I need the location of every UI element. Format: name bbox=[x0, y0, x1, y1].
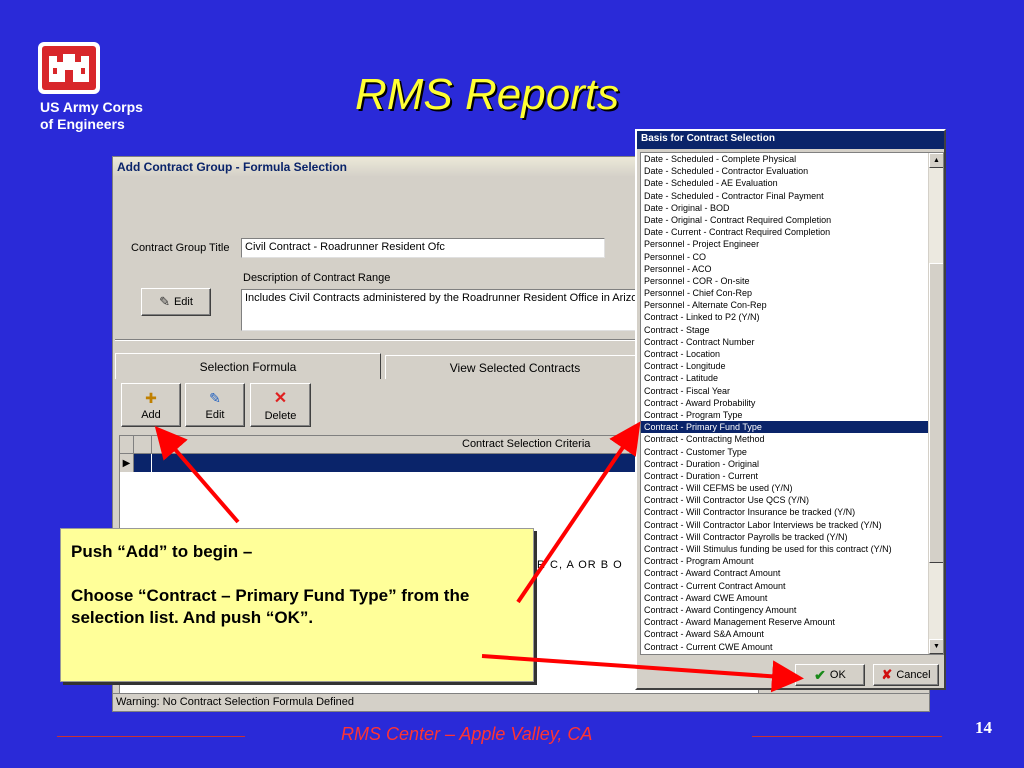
list-item[interactable]: Contract - Contracting Method bbox=[641, 433, 929, 445]
footer-line-right bbox=[752, 736, 942, 737]
status-bar: Warning: No Contract Selection Formula D… bbox=[113, 693, 929, 711]
org-name: US Army Corps of Engineers bbox=[40, 99, 143, 133]
list-item[interactable]: Contract - Will Contractor Use QCS (Y/N) bbox=[641, 494, 929, 506]
description-input[interactable]: Includes Civil Contracts administered by… bbox=[241, 289, 641, 331]
checkmark-icon: ✔ bbox=[814, 666, 826, 683]
list-item[interactable]: Personnel - COR - On-site bbox=[641, 275, 929, 287]
org-line-2: of Engineers bbox=[40, 116, 125, 132]
scroll-up-icon[interactable]: ▲ bbox=[929, 153, 943, 168]
list-item[interactable]: Personnel - CO bbox=[641, 251, 929, 263]
list-item[interactable]: Contract - Will Stimulus funding be used… bbox=[641, 543, 929, 555]
list-item[interactable]: Date - Original - Contract Required Comp… bbox=[641, 214, 929, 226]
row-pointer-icon: ▶ bbox=[120, 454, 134, 472]
tab-selection-formula[interactable]: Selection Formula bbox=[115, 353, 381, 379]
tab-view-selected-contracts[interactable]: View Selected Contracts bbox=[385, 355, 645, 379]
list-item[interactable]: Date - Current - Contract Required Compl… bbox=[641, 226, 929, 238]
description-label: Description of Contract Range bbox=[243, 272, 391, 284]
instruction-callout: Push “Add” to begin – Choose “Contract –… bbox=[60, 528, 534, 682]
usace-logo bbox=[38, 42, 100, 94]
cross-icon: ✘ bbox=[881, 667, 893, 682]
list-item[interactable]: Contract - Duration - Current bbox=[641, 470, 929, 482]
org-line-1: US Army Corps bbox=[40, 99, 143, 115]
list-dialog-title: Basis for Contract Selection bbox=[637, 131, 944, 149]
edit-icon: ✎ bbox=[209, 389, 221, 406]
list-item[interactable]: Contract - Linked to P2 (Y/N) bbox=[641, 311, 929, 323]
list-item[interactable]: Contract - Current CWE Amount bbox=[641, 641, 929, 653]
footer-line-left bbox=[57, 736, 245, 737]
edit-button[interactable]: ✎ Edit bbox=[185, 383, 245, 427]
callout-line-1: Push “Add” to begin – bbox=[71, 542, 253, 561]
delete-button[interactable]: ✕ Delete bbox=[250, 383, 311, 427]
list-item[interactable]: Contract - Will Contractor Insurance be … bbox=[641, 506, 929, 518]
footer-text: RMS Center – Apple Valley, CA bbox=[341, 724, 593, 744]
list-item[interactable]: Contract - Program Amount bbox=[641, 555, 929, 567]
list-item[interactable]: Contract - Longitude bbox=[641, 360, 929, 372]
basis-list: Date - Scheduled - Complete Physical Date… bbox=[641, 153, 929, 653]
list-item[interactable]: Personnel - Alternate Con-Rep bbox=[641, 299, 929, 311]
list-item[interactable]: Contract - Fiscal Year bbox=[641, 385, 929, 397]
list-item[interactable]: Contract - Award Probability bbox=[641, 397, 929, 409]
pencil-icon: ✎ bbox=[159, 294, 170, 309]
list-item[interactable]: Contract - Will CEFMS be used (Y/N) bbox=[641, 482, 929, 494]
list-item[interactable]: Date - Scheduled - AE Evaluation bbox=[641, 177, 929, 189]
list-item[interactable]: Contract - Will Contractor Labor Intervi… bbox=[641, 519, 929, 531]
add-label: Add bbox=[141, 408, 161, 421]
list-item[interactable]: Contract - Program Type bbox=[641, 409, 929, 421]
group-title-label: Contract Group Title bbox=[131, 242, 230, 254]
edit-description-button[interactable]: ✎ Edit bbox=[141, 288, 211, 316]
list-item[interactable]: Contract - Current Contract Amount bbox=[641, 580, 929, 592]
callout-line-2: Choose “Contract – Primary Fund Type” fr… bbox=[71, 586, 470, 627]
scroll-thumb[interactable] bbox=[929, 263, 943, 563]
list-item[interactable]: Contract - Location bbox=[641, 348, 929, 360]
list-item[interactable]: Contract - Award Management Reserve Amou… bbox=[641, 616, 929, 628]
list-item[interactable]: Contract - Award Contingency Amount bbox=[641, 604, 929, 616]
list-item[interactable]: Contract - Duration - Original bbox=[641, 458, 929, 470]
ok-button[interactable]: ✔ OK bbox=[795, 664, 865, 686]
cancel-button[interactable]: ✘ Cancel bbox=[873, 664, 939, 686]
list-item[interactable]: Contract - Will Contractor Payrolls be t… bbox=[641, 531, 929, 543]
basis-selection-dialog: Basis for Contract Selection Date - Sche… bbox=[635, 129, 946, 690]
list-item[interactable]: Contract - Primary Fund Type bbox=[641, 421, 929, 434]
list-item[interactable]: Contract - Latitude bbox=[641, 372, 929, 384]
cancel-label: Cancel bbox=[896, 669, 931, 681]
list-item[interactable]: Contract - Stage bbox=[641, 324, 929, 336]
list-item[interactable]: Date - Original - BOD bbox=[641, 202, 929, 214]
list-item[interactable]: Personnel - Chief Con-Rep bbox=[641, 287, 929, 299]
edit-label: Edit bbox=[205, 408, 225, 421]
add-button[interactable]: ✚ Add bbox=[121, 383, 181, 427]
list-item[interactable]: Personnel - ACO bbox=[641, 263, 929, 275]
ok-label: OK bbox=[829, 669, 846, 681]
edit-description-label: Edit bbox=[173, 296, 193, 308]
scroll-down-icon[interactable]: ▼ bbox=[929, 639, 943, 654]
add-icon: ✚ bbox=[145, 389, 157, 406]
list-item[interactable]: Contract - Award CWE Amount bbox=[641, 592, 929, 604]
list-item[interactable]: Contract - Award S&A Amount bbox=[641, 628, 929, 640]
grid-header-label: Contract Selection Criteria bbox=[462, 438, 591, 450]
slide-title: RMS Reports bbox=[355, 70, 620, 119]
list-item[interactable]: Contract - Customer Type bbox=[641, 446, 929, 458]
list-item[interactable]: Date - Scheduled - Complete Physical bbox=[641, 153, 929, 165]
list-item[interactable]: Date - Scheduled - Contractor Final Paym… bbox=[641, 190, 929, 202]
group-title-input[interactable]: Civil Contract - Roadrunner Resident Ofc bbox=[241, 238, 605, 258]
list-item[interactable]: Contract - Contract Number bbox=[641, 336, 929, 348]
list-item[interactable]: Personnel - Project Engineer bbox=[641, 238, 929, 250]
delete-icon: ✕ bbox=[273, 390, 288, 407]
delete-label: Delete bbox=[264, 410, 297, 422]
basis-listbox[interactable]: Date - Scheduled - Complete Physical Date… bbox=[640, 152, 944, 655]
list-item[interactable]: Date - Scheduled - Contractor Evaluation bbox=[641, 165, 929, 177]
castle-icon bbox=[49, 54, 89, 82]
page-number: 14 bbox=[975, 718, 992, 737]
scrollbar[interactable]: ▲ ▼ bbox=[928, 153, 943, 654]
list-item[interactable]: Contract - Award Contract Amount bbox=[641, 567, 929, 579]
formula-fragment: R C, A OR B O bbox=[537, 559, 623, 571]
